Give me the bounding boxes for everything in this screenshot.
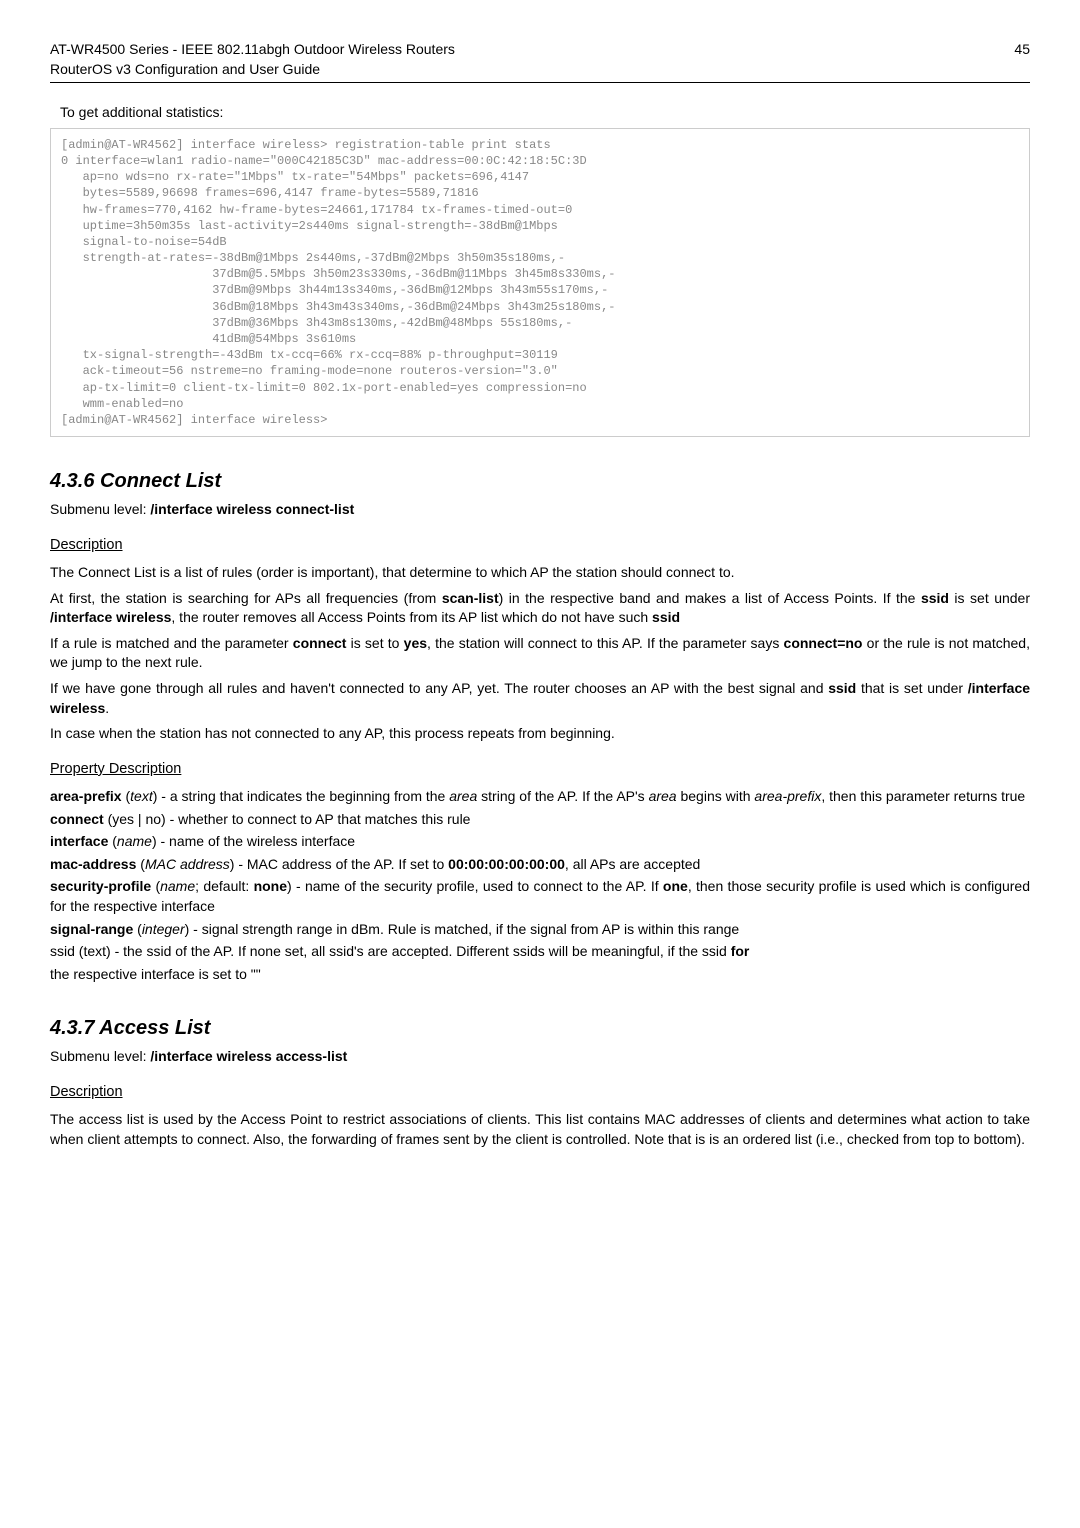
prop-signal-range: signal-range (integer) - signal strength… [50,920,1030,940]
header-line1: AT-WR4500 Series - IEEE 802.11abgh Outdo… [50,41,455,57]
page-number: 45 [1014,40,1030,60]
prop-connect: connect (yes | no) - whether to connect … [50,810,1030,830]
section-437-title: 4.3.7 Access List [50,1014,1030,1042]
submenu-bold-437: /interface wireless access-list [150,1048,347,1064]
prop-security-profile: security-profile (name; default: none) -… [50,877,1030,916]
prop-interface: interface (name) - name of the wireless … [50,832,1030,852]
desc-p2: At first, the station is searching for A… [50,589,1030,628]
prop-area-prefix: area-prefix (text) - a string that indic… [50,787,1030,807]
desc-p4: If we have gone through all rules and ha… [50,679,1030,718]
submenu-436: Submenu level: /interface wireless conne… [50,500,1030,520]
page-header: AT-WR4500 Series - IEEE 802.11abgh Outdo… [50,40,1030,83]
desc-p3: If a rule is matched and the parameter c… [50,634,1030,673]
prop-ssid: ssid (text) - the ssid of the AP. If non… [50,942,1030,962]
stats-intro: To get additional statistics: [60,103,1030,123]
submenu-prefix: Submenu level: [50,501,150,517]
submenu-bold: /interface wireless connect-list [150,501,354,517]
description-heading-437: Description [50,1082,1030,1102]
desc-p5: In case when the station has not connect… [50,724,1030,744]
section-436-title: 4.3.6 Connect List [50,467,1030,495]
desc-437: The access list is used by the Access Po… [50,1110,1030,1149]
header-line2: RouterOS v3 Configuration and User Guide [50,61,320,77]
property-heading: Property Description [50,759,1030,779]
submenu-437: Submenu level: /interface wireless acces… [50,1047,1030,1067]
desc-p1: The Connect List is a list of rules (ord… [50,563,1030,583]
submenu-prefix-437: Submenu level: [50,1048,150,1064]
prop-mac-address: mac-address (MAC address) - MAC address … [50,855,1030,875]
description-heading: Description [50,535,1030,555]
code-block: [admin@AT-WR4562] interface wireless> re… [50,128,1030,437]
property-list: area-prefix (text) - a string that indic… [50,787,1030,984]
header-title: AT-WR4500 Series - IEEE 802.11abgh Outdo… [50,40,455,79]
prop-respective: the respective interface is set to "" [50,965,1030,985]
